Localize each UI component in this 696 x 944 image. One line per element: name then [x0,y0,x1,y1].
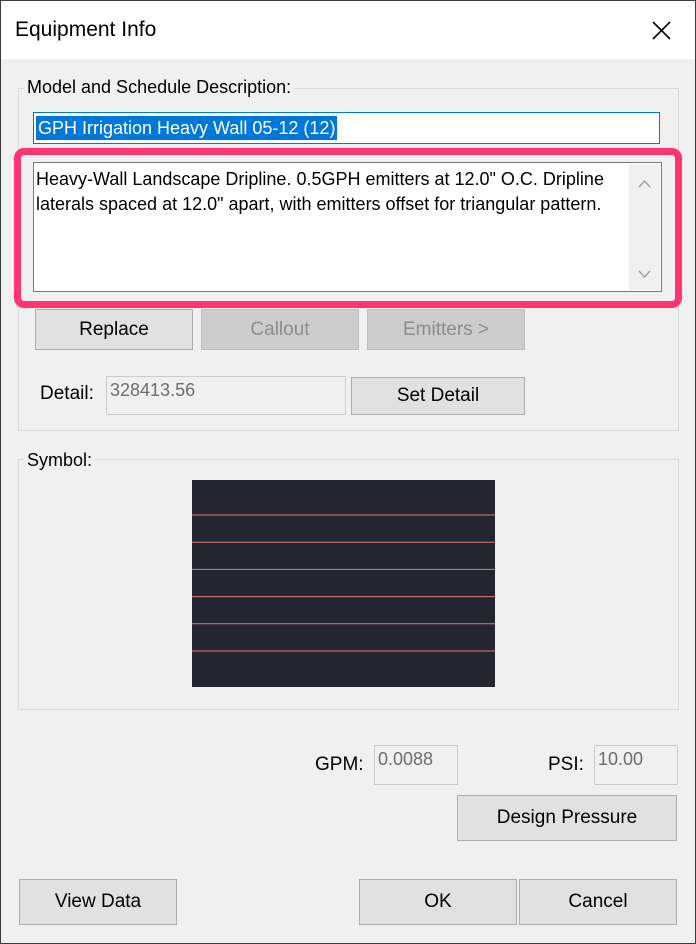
view-data-button[interactable]: View Data [19,879,177,925]
title-bar: Equipment Info [1,1,695,59]
model-input[interactable]: GPH Irrigation Heavy Wall 05-12 (12) [33,112,660,144]
symbol-preview [192,480,495,687]
window-title: Equipment Info [15,18,157,41]
chevron-up-icon[interactable] [629,170,660,198]
psi-field: 10.00 [594,745,678,785]
callout-button[interactable]: Callout [201,309,359,350]
symbol-background [192,480,495,687]
design-pressure-button[interactable]: Design Pressure [457,795,677,841]
model-group-label: Model and Schedule Description: [24,76,295,98]
gpm-label: GPM: [315,754,364,775]
set-detail-button[interactable]: Set Detail [351,377,525,415]
gpm-field: 0.0088 [374,745,458,785]
model-input-value: GPH Irrigation Heavy Wall 05-12 (12) [36,116,338,140]
description-text: Heavy-Wall Landscape Dripline. 0.5GPH em… [36,169,604,214]
chevron-down-icon[interactable] [629,260,660,288]
detail-field: 328413.56 [106,376,346,415]
ok-button[interactable]: OK [359,879,517,925]
cancel-button[interactable]: Cancel [519,879,677,925]
description-textarea[interactable]: Heavy-Wall Landscape Dripline. 0.5GPH em… [33,162,662,292]
description-scrollbar[interactable] [629,164,660,290]
detail-label: Detail: [40,383,94,404]
emitters-button[interactable]: Emitters > [367,309,525,350]
psi-label: PSI: [548,754,584,775]
close-icon[interactable] [633,5,689,55]
symbol-group-label: Symbol: [24,449,96,471]
replace-button[interactable]: Replace [35,309,193,350]
